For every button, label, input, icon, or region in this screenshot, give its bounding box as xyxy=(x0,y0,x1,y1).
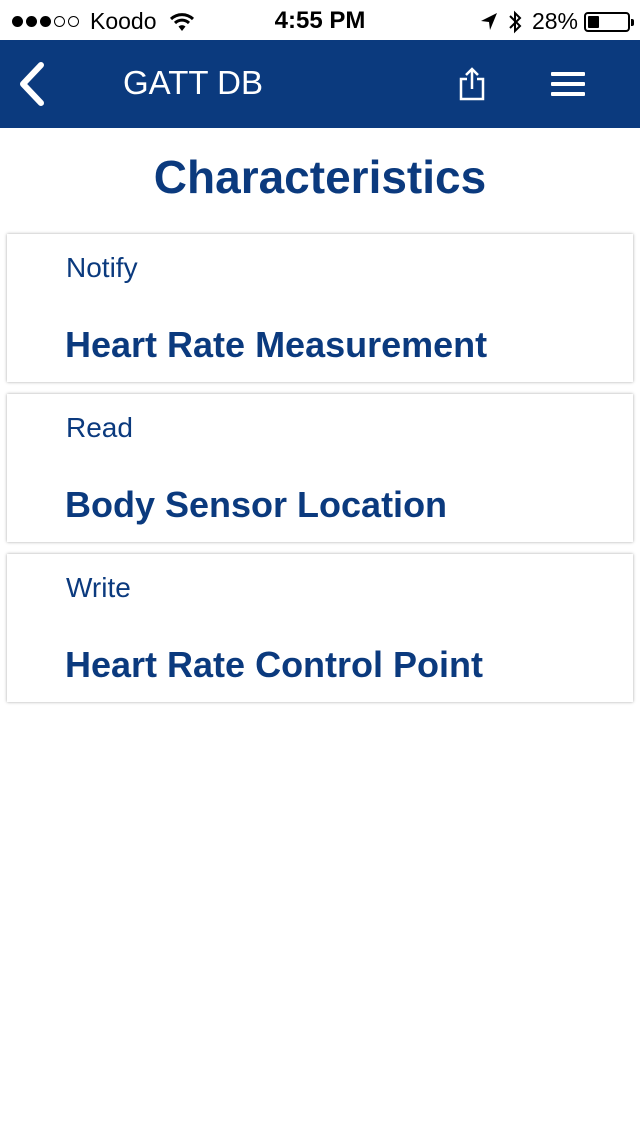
location-arrow-icon xyxy=(480,12,497,30)
battery-level-fill xyxy=(588,15,599,28)
nav-title: GATT DB xyxy=(123,64,263,101)
page-title: Characteristics xyxy=(153,151,487,203)
battery-icon xyxy=(584,11,634,32)
status-right: 28% xyxy=(480,8,634,35)
characteristic-name: Heart Rate Control Point xyxy=(65,644,484,685)
characteristic-name: Body Sensor Location xyxy=(65,484,448,525)
hamburger-menu-icon xyxy=(551,72,585,96)
battery-percent: 28% xyxy=(531,8,578,34)
battery-nub xyxy=(631,18,634,26)
characteristic-property: Write xyxy=(66,572,131,603)
characteristic-property: Notify xyxy=(66,252,138,283)
characteristic-card[interactable]: Write Heart Rate Control Point xyxy=(7,554,633,702)
characteristic-name: Heart Rate Measurement xyxy=(65,324,488,365)
navigation-bar: GATT DB xyxy=(0,40,640,128)
back-button[interactable] xyxy=(10,58,54,110)
characteristic-card[interactable]: Read Body Sensor Location xyxy=(7,394,633,542)
bluetooth-icon xyxy=(509,10,522,33)
menu-button[interactable] xyxy=(546,64,590,104)
characteristic-property: Read xyxy=(66,412,133,443)
share-button[interactable] xyxy=(452,62,492,106)
status-bar: Koodo 4:55 PM 28% xyxy=(0,0,640,40)
chevron-left-icon xyxy=(20,62,44,106)
share-icon xyxy=(459,67,485,101)
characteristic-card[interactable]: Notify Heart Rate Measurement xyxy=(7,234,633,382)
